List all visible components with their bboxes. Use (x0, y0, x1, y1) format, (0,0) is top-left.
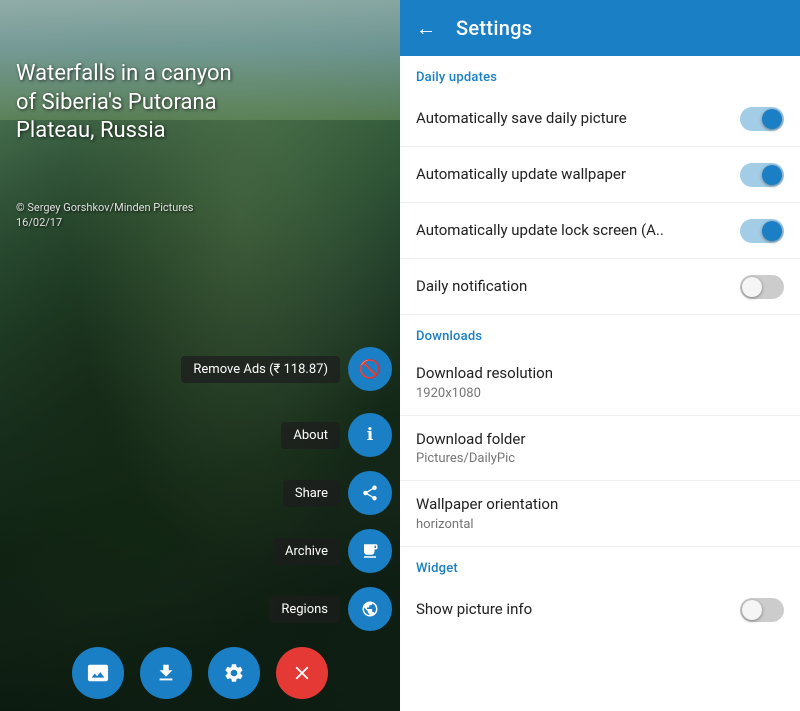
back-button[interactable]: ← (416, 16, 436, 41)
right-panel: ← Settings Daily updates Automatically s… (400, 0, 800, 711)
download-resolution-row[interactable]: Download resolution 1920x1080 (400, 350, 800, 416)
download-resolution-subtitle: 1920x1080 (416, 386, 784, 401)
archive-label: Archive (273, 538, 340, 565)
auto-save-toggle[interactable] (740, 107, 784, 131)
download-folder-subtitle: Pictures/DailyPic (416, 451, 784, 466)
close-button[interactable] (276, 647, 328, 699)
wallpaper-button[interactable] (72, 647, 124, 699)
gear-button[interactable] (208, 647, 260, 699)
share-button[interactable] (348, 471, 392, 515)
daily-notification-content: Daily notification (416, 277, 740, 297)
auto-lock-row[interactable]: Automatically update lock screen (A.. (400, 203, 800, 259)
section-daily-updates: Daily updates (400, 56, 800, 91)
auto-save-title: Automatically save daily picture (416, 109, 740, 129)
download-button[interactable] (140, 647, 192, 699)
download-resolution-content: Download resolution 1920x1080 (416, 364, 784, 401)
auto-wallpaper-title: Automatically update wallpaper (416, 165, 740, 185)
regions-row: Regions (269, 587, 392, 631)
wallpaper-orientation-content: Wallpaper orientation horizontal (416, 495, 784, 532)
wallpaper-orientation-title: Wallpaper orientation (416, 495, 784, 515)
auto-save-content: Automatically save daily picture (416, 109, 740, 129)
about-row: About ℹ (281, 413, 392, 457)
settings-content: Daily updates Automatically save daily p… (400, 56, 800, 711)
photo-copyright: © Sergey Gorshkov/Minden Pictures 16/02/… (16, 200, 193, 231)
left-panel: Waterfalls in a canyon of Siberia's Puto… (0, 0, 400, 711)
remove-ads-row: Remove Ads (₹ 118.87) 🚫 (181, 347, 392, 391)
daily-notification-title: Daily notification (416, 277, 740, 297)
remove-ads-button[interactable]: 🚫 (348, 347, 392, 391)
auto-save-row[interactable]: Automatically save daily picture (400, 91, 800, 147)
fab-column: About ℹ Share Archive Regions (269, 413, 392, 631)
regions-label: Regions (269, 596, 340, 623)
bottom-buttons-bar (0, 647, 400, 699)
show-picture-info-content: Show picture info (416, 600, 740, 620)
section-downloads: Downloads (400, 315, 800, 350)
download-resolution-title: Download resolution (416, 364, 784, 384)
daily-notification-row[interactable]: Daily notification (400, 259, 800, 315)
about-label: About (281, 422, 340, 449)
auto-wallpaper-row[interactable]: Automatically update wallpaper (400, 147, 800, 203)
regions-button[interactable] (348, 587, 392, 631)
about-button[interactable]: ℹ (348, 413, 392, 457)
settings-header: ← Settings (400, 0, 800, 56)
wallpaper-orientation-row[interactable]: Wallpaper orientation horizontal (400, 481, 800, 547)
settings-title: Settings (456, 16, 532, 40)
remove-ads-label: Remove Ads (₹ 118.87) (181, 356, 340, 383)
archive-button[interactable] (348, 529, 392, 573)
auto-wallpaper-toggle[interactable] (740, 163, 784, 187)
section-widget: Widget (400, 547, 800, 582)
auto-wallpaper-content: Automatically update wallpaper (416, 165, 740, 185)
daily-notification-toggle[interactable] (740, 275, 784, 299)
download-folder-content: Download folder Pictures/DailyPic (416, 430, 784, 467)
download-folder-title: Download folder (416, 430, 784, 450)
auto-lock-content: Automatically update lock screen (A.. (416, 221, 740, 241)
auto-lock-title: Automatically update lock screen (A.. (416, 221, 740, 241)
photo-title: Waterfalls in a canyon of Siberia's Puto… (16, 60, 256, 146)
archive-row: Archive (273, 529, 392, 573)
share-label: Share (283, 480, 340, 507)
wallpaper-orientation-subtitle: horizontal (416, 517, 784, 532)
show-picture-info-row[interactable]: Show picture info (400, 582, 800, 638)
share-row: Share (283, 471, 392, 515)
auto-lock-toggle[interactable] (740, 219, 784, 243)
download-folder-row[interactable]: Download folder Pictures/DailyPic (400, 416, 800, 482)
show-picture-info-title: Show picture info (416, 600, 740, 620)
show-picture-info-toggle[interactable] (740, 598, 784, 622)
